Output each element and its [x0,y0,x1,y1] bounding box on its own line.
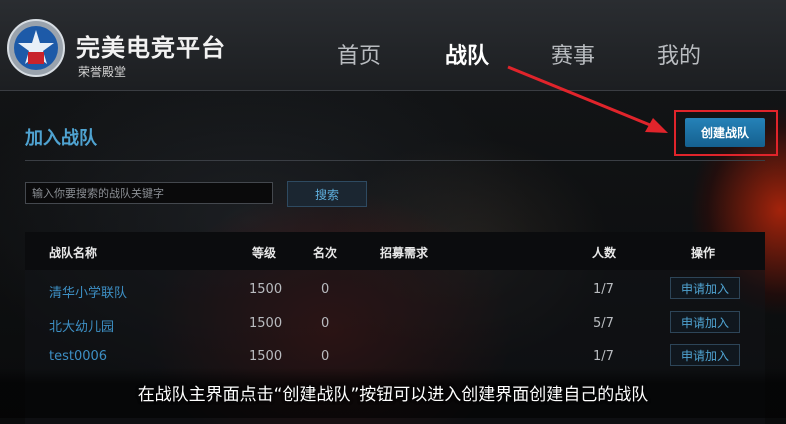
annotation-arrow-icon [507,65,668,133]
caption-text: 在战队主界面点击“创建战队”按钮可以进入创建界面创建自己的战队 [137,385,649,405]
